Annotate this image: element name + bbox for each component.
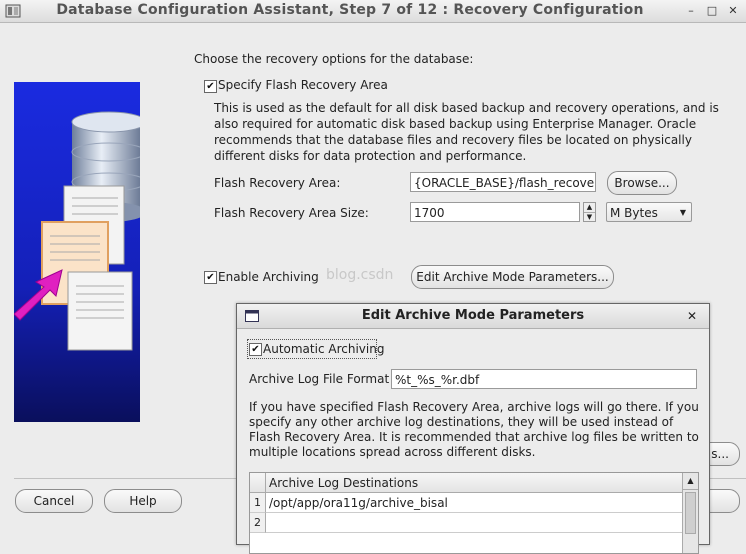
dialog-close-button[interactable]: ✕ xyxy=(687,309,697,323)
table-row-number: 1 xyxy=(250,493,266,513)
edit-archive-mode-dialog: Edit Archive Mode Parameters ✕ ✔ Automat… xyxy=(236,303,710,554)
flash-recovery-checkbox-label: Specify Flash Recovery Area xyxy=(218,78,388,92)
scroll-up-icon[interactable]: ▲ xyxy=(683,473,698,490)
recovery-options-prompt: Choose the recovery options for the data… xyxy=(194,52,474,66)
flash-size-label: Flash Recovery Area Size: xyxy=(214,206,369,220)
cancel-button[interactable]: Cancel xyxy=(15,489,93,513)
log-format-label: Archive Log File Format xyxy=(249,372,390,386)
maximize-button[interactable]: □ xyxy=(703,3,721,19)
flash-recovery-description: This is used as the default for all disk… xyxy=(214,101,719,163)
dialog-titlebar: Edit Archive Mode Parameters ✕ xyxy=(237,304,709,329)
size-unit-value: M Bytes xyxy=(610,206,658,220)
chevron-down-icon: ▼ xyxy=(679,208,686,217)
table-scrollbar[interactable]: ▲ xyxy=(682,473,698,553)
flash-size-spinner[interactable]: ▲ ▼ xyxy=(583,202,596,222)
automatic-archiving-checkbox[interactable]: ✔ xyxy=(249,343,262,356)
enable-archiving-checkbox[interactable]: ✔ xyxy=(204,271,217,284)
flash-area-label: Flash Recovery Area: xyxy=(214,176,341,190)
spinner-up-icon[interactable]: ▲ xyxy=(584,203,595,213)
window-titlebar: Database Configuration Assistant, Step 7… xyxy=(0,0,746,23)
database-illustration xyxy=(14,82,140,422)
help-button[interactable]: Help xyxy=(104,489,182,513)
dialog-description: If you have specified Flash Recovery Are… xyxy=(249,400,699,459)
table-row-number: 2 xyxy=(250,513,266,533)
log-format-input[interactable]: %t_%s_%r.dbf xyxy=(391,369,697,389)
browse-button[interactable]: Browse... xyxy=(607,171,677,195)
size-unit-select[interactable]: M Bytes ▼ xyxy=(606,202,692,222)
minimize-button[interactable]: – xyxy=(682,3,700,19)
dialog-title: Edit Archive Mode Parameters xyxy=(361,308,585,323)
enable-archiving-label: Enable Archiving xyxy=(218,270,319,284)
destinations-column-header: Archive Log Destinations xyxy=(266,473,682,493)
window-title: Database Configuration Assistant, Step 7… xyxy=(56,2,644,18)
spinner-down-icon[interactable]: ▼ xyxy=(584,213,595,222)
archive-destinations-table: Archive Log Destinations 1 /opt/app/ora1… xyxy=(249,472,699,554)
table-row-cell[interactable] xyxy=(266,513,682,533)
flash-recovery-checkbox[interactable]: ✔ xyxy=(204,80,217,93)
flash-size-input[interactable]: 1700 xyxy=(410,202,580,222)
table-row-cell[interactable]: /opt/app/ora11g/archive_bisal xyxy=(266,493,682,513)
close-window-button[interactable]: ✕ xyxy=(724,3,742,19)
flash-area-input[interactable]: {ORACLE_BASE}/flash_recovery_ xyxy=(410,172,596,192)
watermark-text: blog.csdn xyxy=(326,267,394,283)
automatic-archiving-label: Automatic Archiving xyxy=(263,342,385,356)
table-corner xyxy=(250,473,266,493)
edit-archive-parameters-button[interactable]: Edit Archive Mode Parameters... xyxy=(411,265,614,289)
scroll-thumb[interactable] xyxy=(685,492,696,534)
